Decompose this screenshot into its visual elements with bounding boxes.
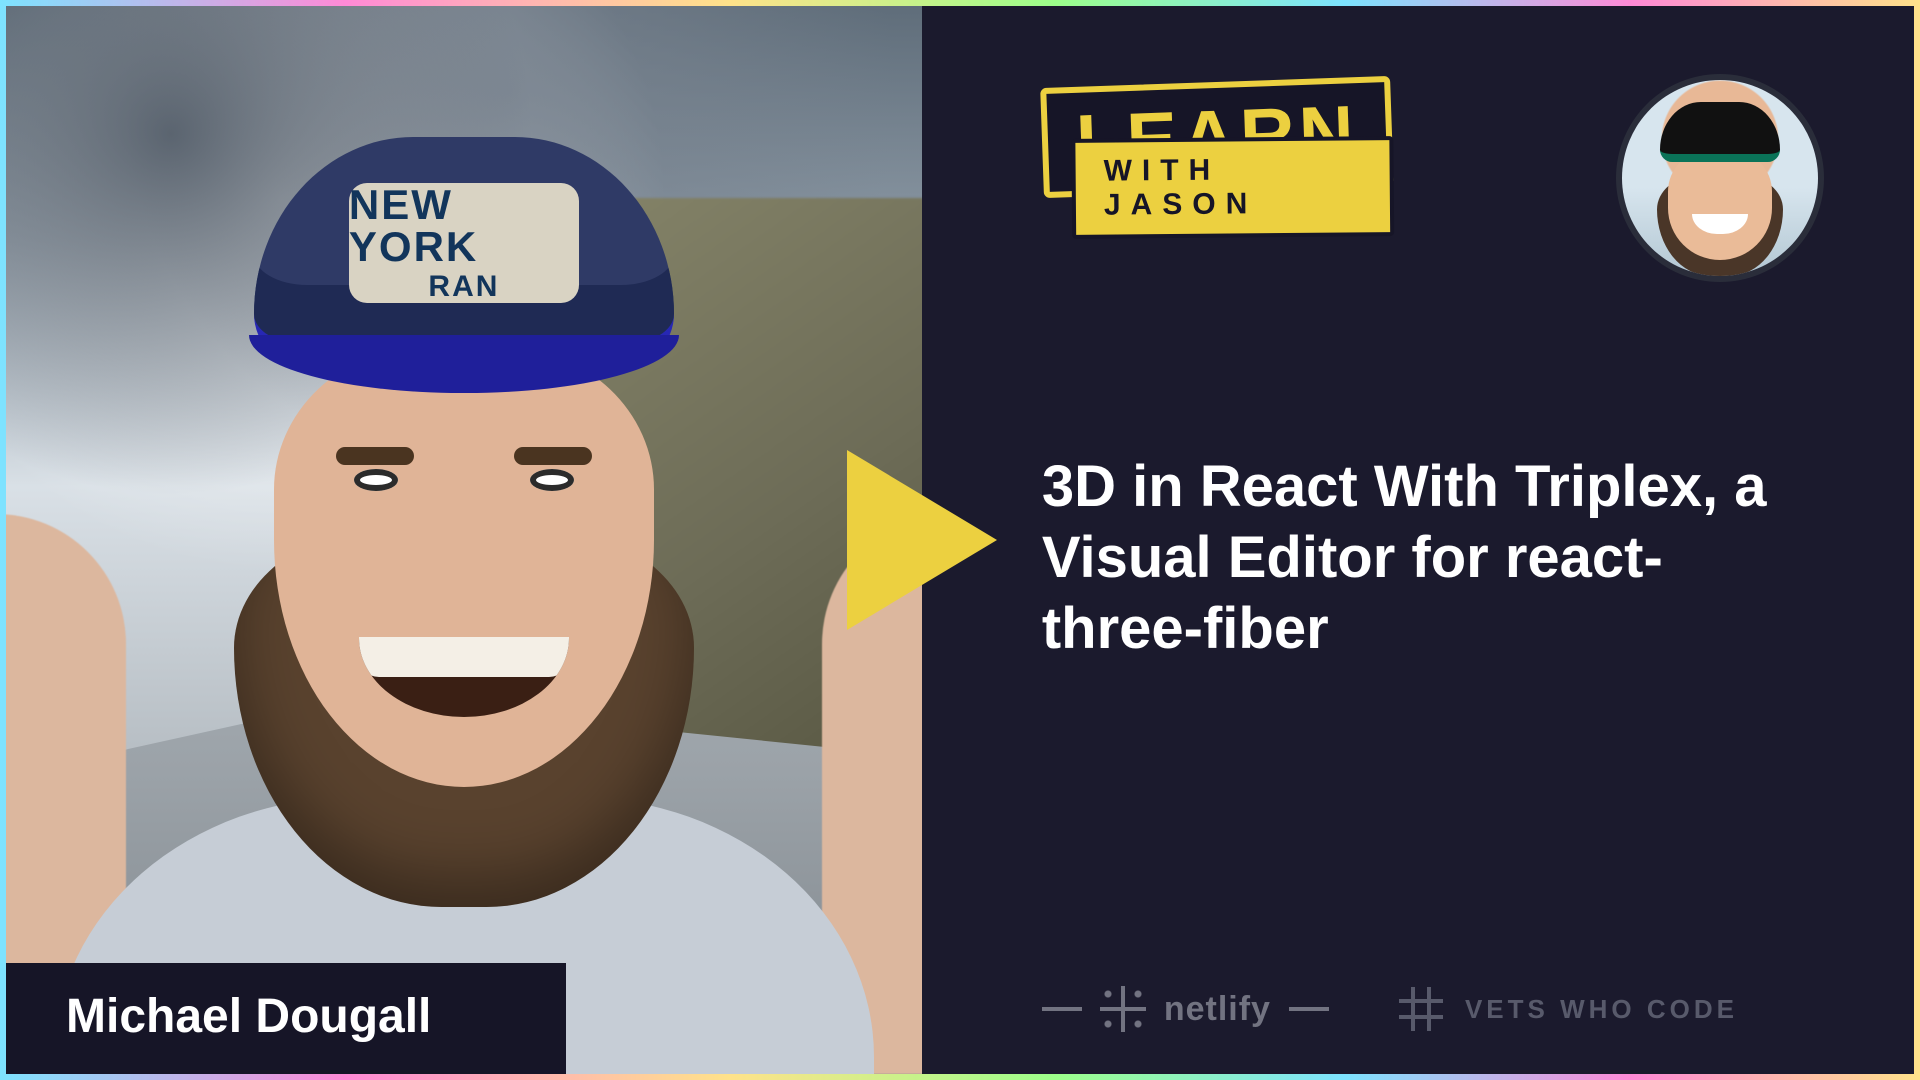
netlify-icon: [1100, 986, 1146, 1032]
guest-name-bar: Michael Dougall: [6, 963, 566, 1074]
guest-brow-left: [336, 447, 414, 465]
play-button[interactable]: [847, 450, 997, 630]
guest-name: Michael Dougall: [66, 990, 431, 1043]
guest-teeth: [359, 637, 569, 677]
netlify-dash-right: [1289, 1007, 1329, 1011]
guest-cap-text-1: NEW YORK: [349, 184, 579, 268]
gradient-frame: NEW YORK RAN Michael Dougall LEARN WITH …: [0, 0, 1920, 1080]
sponsors-row: netlify VETS WHO CODE: [1042, 986, 1738, 1032]
netlify-dash-left: [1042, 1007, 1082, 1011]
sponsor-vets-who-code: VETS WHO CODE: [1399, 987, 1738, 1031]
guest-eye-right: [530, 469, 574, 491]
hash-icon: [1399, 987, 1443, 1031]
host-face: [1668, 150, 1772, 260]
guest-eye-left: [354, 469, 398, 491]
guest-brow-right: [514, 447, 592, 465]
content-row: NEW YORK RAN Michael Dougall LEARN WITH …: [6, 6, 1914, 1074]
badge-with-jason: WITH JASON: [1071, 136, 1394, 239]
episode-title: 3D in React With Triplex, a Visual Edito…: [1042, 452, 1818, 664]
guest-photo-pane: NEW YORK RAN Michael Dougall: [6, 6, 922, 1074]
guest-cap-text-2: RAN: [428, 272, 499, 302]
host-cap: [1660, 102, 1780, 162]
host-avatar: [1622, 80, 1818, 276]
sponsor-netlify-label: netlify: [1164, 990, 1271, 1029]
sponsor-netlify: netlify: [1042, 986, 1329, 1032]
sponsor-vwc-label: VETS WHO CODE: [1465, 994, 1738, 1025]
guest-portrait: NEW YORK RAN: [184, 97, 744, 897]
info-pane: LEARN WITH JASON 3D in React With Triple…: [922, 6, 1914, 1074]
guest-cap-brim: [249, 335, 679, 393]
learn-with-jason-badge: LEARN WITH JASON: [1040, 76, 1393, 198]
guest-cap-patch: NEW YORK RAN: [349, 183, 579, 303]
